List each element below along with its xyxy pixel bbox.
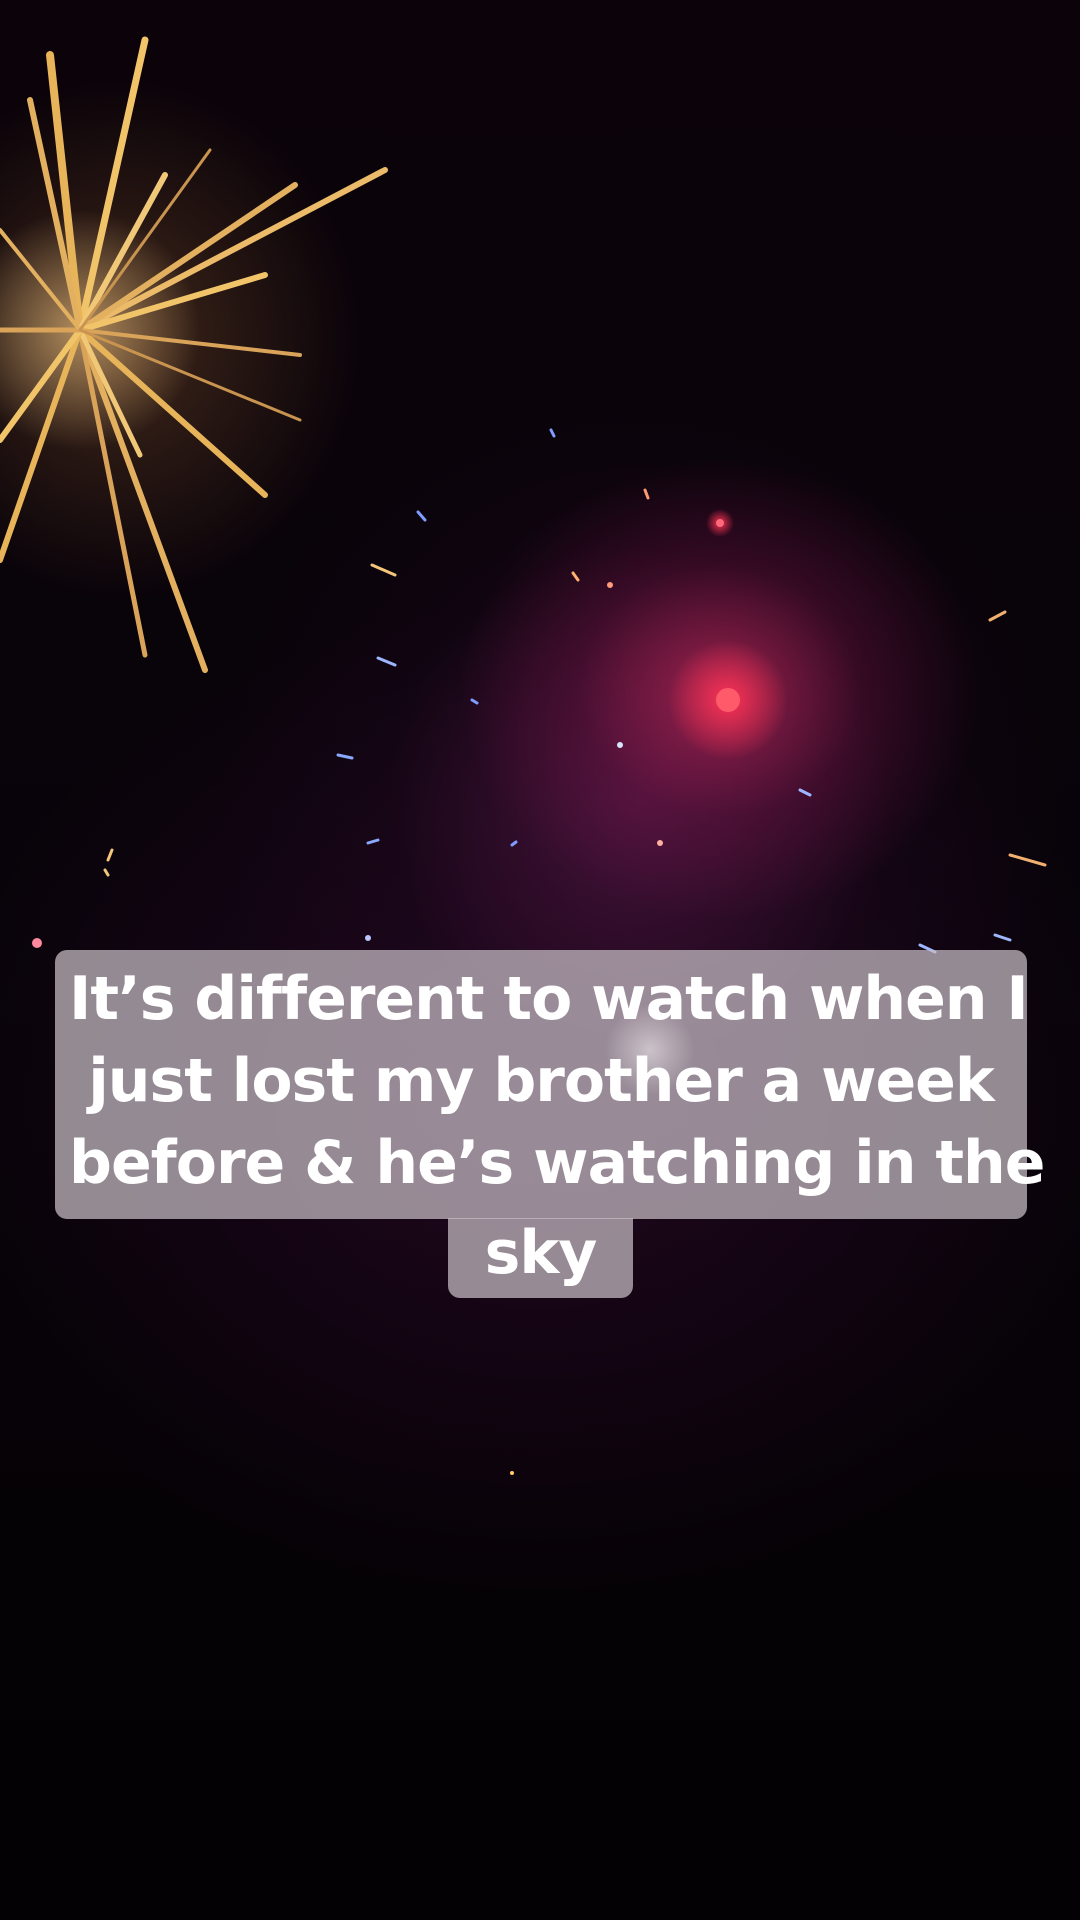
caption-line-1: It’s different to watch when I bbox=[69, 964, 1029, 1034]
caption-line-4: sky bbox=[484, 1218, 598, 1288]
fireworks-video-frame: It’s different to watch when I just lost… bbox=[0, 0, 1080, 1920]
caption-last-line: sky bbox=[448, 1218, 633, 1298]
caption-box: It’s different to watch when I just lost… bbox=[55, 950, 1045, 1219]
caption-line-3: before & he’s watching in the bbox=[69, 1128, 1045, 1198]
gold-firework-burst bbox=[0, 36, 388, 673]
caption-line-2: just lost my brother a week bbox=[88, 1046, 995, 1116]
caption-overlay: It’s different to watch when I just lost… bbox=[55, 950, 1045, 1298]
